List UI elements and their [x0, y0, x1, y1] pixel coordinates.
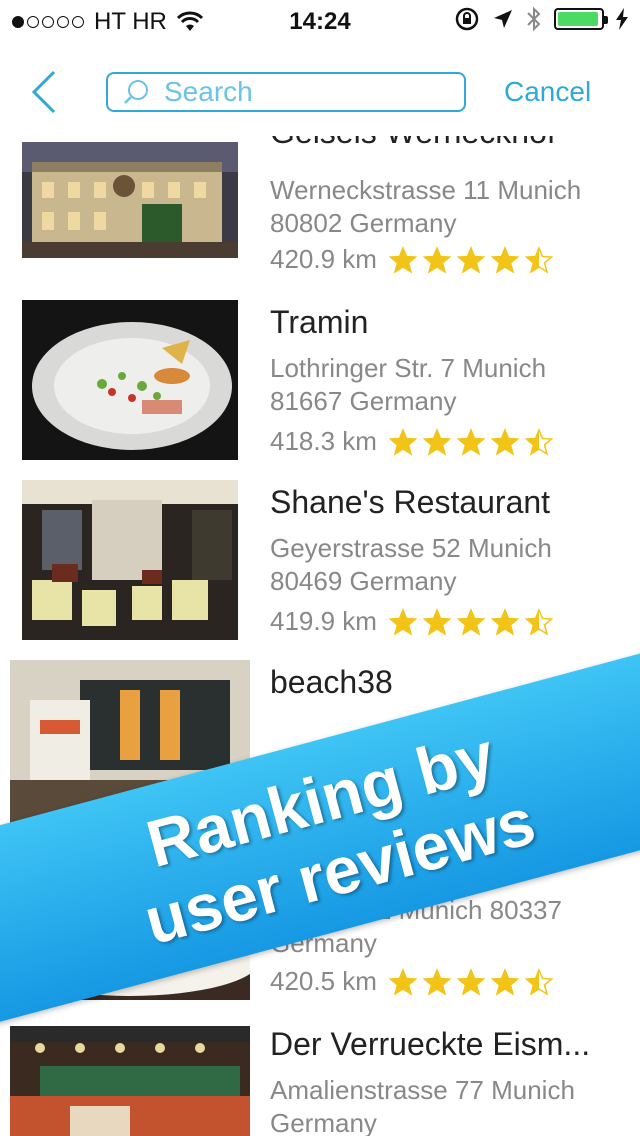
- restaurant-address: Geyerstrasse 52 Munich 80469 Germany: [270, 533, 552, 596]
- cancel-button[interactable]: Cancel: [504, 76, 591, 108]
- restaurant-name: Shane's Restaurant: [270, 484, 551, 520]
- star-full-icon: [422, 967, 451, 996]
- star-rating: [388, 245, 553, 274]
- restaurant-meta: 419.9 km: [270, 606, 553, 637]
- star-half-icon: [524, 427, 553, 456]
- star-half-icon: [524, 967, 553, 996]
- star-full-icon: [388, 245, 417, 274]
- search-input[interactable]: [164, 76, 454, 108]
- restaurant-photo: [22, 300, 238, 460]
- restaurant-distance: 418.3 km: [270, 426, 377, 456]
- star-half-icon: [524, 245, 553, 274]
- star-half-icon: [524, 607, 553, 636]
- restaurant-name: Tramin: [270, 304, 369, 340]
- star-rating: [388, 967, 553, 996]
- nav-bar: Cancel: [0, 40, 640, 136]
- restaurant-meta: 418.3 km: [270, 426, 553, 457]
- restaurant-address: Lothringer Str. 7 Munich 81667 Germany: [270, 353, 547, 416]
- star-full-icon: [388, 967, 417, 996]
- bluetooth-icon: [527, 6, 541, 32]
- star-full-icon: [490, 967, 519, 996]
- status-right: [454, 6, 628, 32]
- list-item[interactable]: Tramin Lothringer Str. 7 Munich 81667 Ge…: [0, 300, 640, 480]
- star-full-icon: [456, 245, 485, 274]
- orientation-lock-icon: [455, 7, 479, 31]
- location-arrow-icon: [494, 10, 512, 28]
- star-full-icon: [456, 607, 485, 636]
- restaurant-photo: [22, 480, 238, 640]
- restaurant-name: Geisels Werneckhof: [270, 136, 556, 151]
- star-full-icon: [490, 607, 519, 636]
- restaurant-address: Werneckstrasse 11 Munich 80802 Germany: [270, 175, 582, 238]
- restaurant-distance: 420.9 km: [270, 244, 377, 274]
- star-full-icon: [422, 607, 451, 636]
- restaurant-distance: 419.9 km: [270, 606, 377, 636]
- star-full-icon: [388, 607, 417, 636]
- star-full-icon: [456, 427, 485, 456]
- restaurant-photo: [10, 1026, 250, 1136]
- star-full-icon: [456, 967, 485, 996]
- restaurant-address: Amalienstrasse 77 Munich Germany: [270, 1075, 575, 1136]
- charging-bolt-icon: [616, 8, 628, 30]
- star-full-icon: [490, 427, 519, 456]
- restaurant-name: beach38: [270, 664, 393, 700]
- search-box[interactable]: [106, 72, 466, 112]
- restaurant-meta: 420.9 km: [270, 244, 553, 275]
- restaurant-meta: 420.5 km: [270, 966, 553, 997]
- list-item[interactable]: Der Verrueckte Eism... Amalienstrasse 77…: [0, 1026, 640, 1136]
- star-rating: [388, 607, 553, 636]
- star-full-icon: [388, 427, 417, 456]
- restaurant-name: Der Verrueckte Eism...: [270, 1026, 591, 1062]
- restaurant-photo: [22, 142, 238, 258]
- search-icon: [124, 80, 148, 104]
- battery-fill: [558, 12, 598, 26]
- star-rating: [388, 427, 553, 456]
- star-full-icon: [490, 245, 519, 274]
- star-full-icon: [422, 245, 451, 274]
- status-bar: HT HR 14:24: [0, 0, 640, 40]
- star-full-icon: [422, 427, 451, 456]
- list-item[interactable]: Shane's Restaurant Geyerstrasse 52 Munic…: [0, 480, 640, 660]
- battery-icon: [554, 8, 608, 30]
- list-item[interactable]: Geisels Werneckhof Werneckstrasse 11 Mun…: [0, 136, 640, 294]
- restaurant-distance: 420.5 km: [270, 966, 377, 996]
- back-button[interactable]: [26, 68, 66, 116]
